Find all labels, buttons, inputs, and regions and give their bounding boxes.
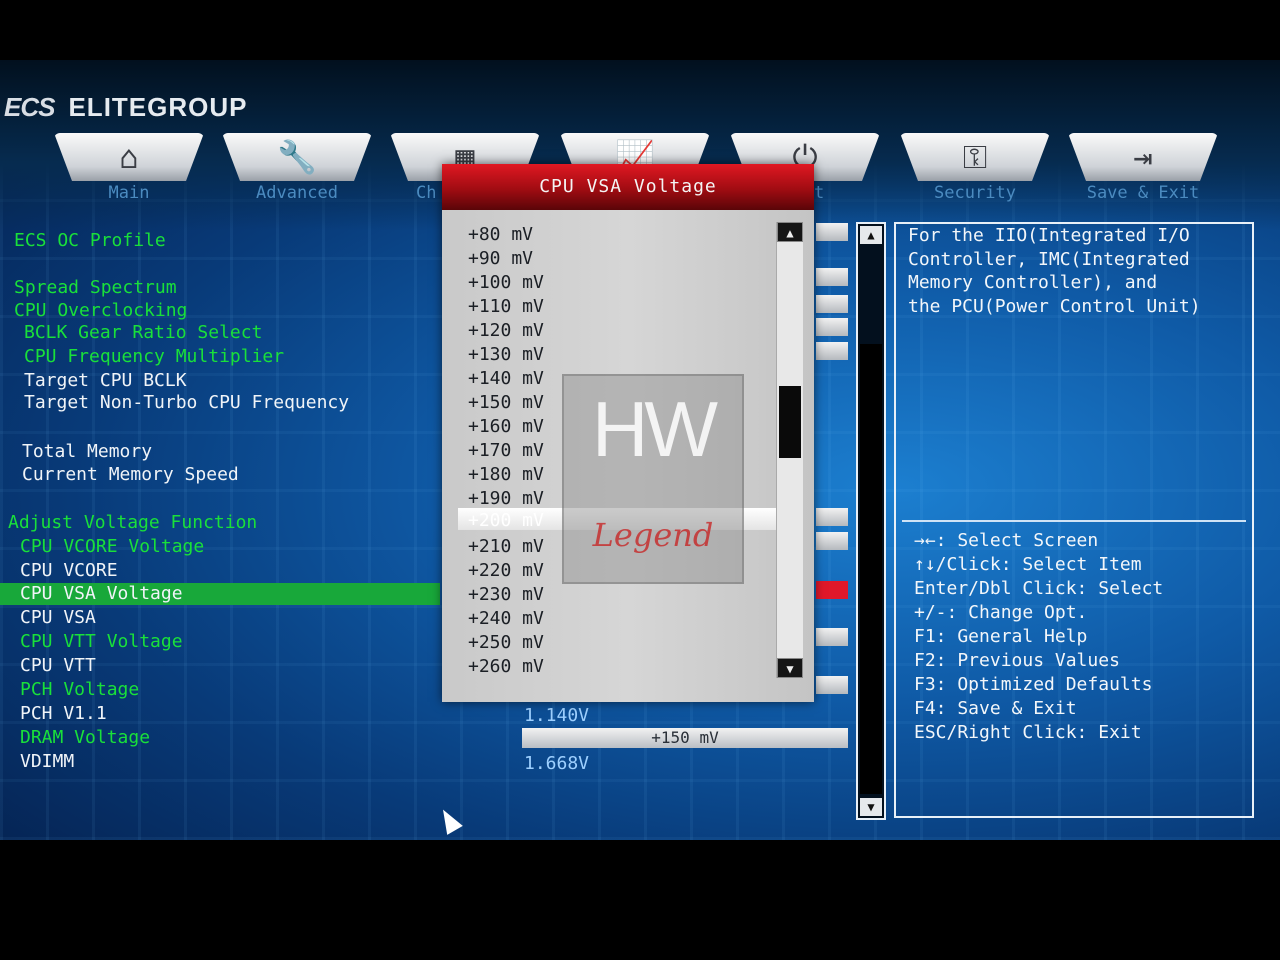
popup-option[interactable]: +240 mV xyxy=(468,608,544,629)
scroll-down-icon[interactable]: ▼ xyxy=(777,658,803,678)
value-button[interactable] xyxy=(816,676,848,694)
value-button[interactable] xyxy=(816,268,848,286)
tab-main[interactable]: ⌂ Main xyxy=(54,133,204,203)
watermark-logo: HW Legend xyxy=(562,374,744,584)
popup-option[interactable]: +210 mV xyxy=(468,536,544,557)
menu-bclk-gear-ratio[interactable]: BCLK Gear Ratio Select xyxy=(24,322,262,343)
home-icon: ⌂ xyxy=(119,138,139,176)
key-hint: F4: Save & Exit xyxy=(914,698,1077,719)
tab-save-exit[interactable]: ⇥ Save & Exit xyxy=(1068,133,1218,203)
watermark-subtext: Legend xyxy=(592,516,714,554)
scroll-thumb[interactable] xyxy=(860,344,882,794)
popup-option[interactable]: +120 mV xyxy=(468,320,544,341)
help-divider xyxy=(902,520,1246,522)
value-button[interactable] xyxy=(816,318,848,336)
exit-icon: ⇥ xyxy=(1133,138,1153,176)
menu-pch-v11: PCH V1.1 xyxy=(20,703,107,724)
menu-current-memory-speed: Current Memory Speed xyxy=(22,464,239,485)
help-panel: For the IIO(Integrated I/O Controller, I… xyxy=(894,222,1254,818)
menu-cpu-overclocking[interactable]: CPU Overclocking xyxy=(14,300,187,321)
menu-vdimm: VDIMM xyxy=(20,751,75,772)
value-button[interactable] xyxy=(816,532,848,550)
menu-cpu-vsa-voltage[interactable]: CPU VSA Voltage xyxy=(20,583,183,604)
menu-cpu-vcore: CPU VCORE xyxy=(20,560,118,581)
menu-cpu-vtt-voltage[interactable]: CPU VTT Voltage xyxy=(20,631,183,652)
brand-logo: ECS ELITEGROUP xyxy=(4,92,247,123)
popup-option[interactable]: +260 mV xyxy=(468,656,544,677)
menu-target-non-turbo: Target Non-Turbo CPU Frequency xyxy=(24,392,350,413)
menu-ecs-oc-profile[interactable]: ECS OC Profile xyxy=(14,230,166,251)
popup-scroll-thumb[interactable] xyxy=(779,386,801,458)
menu-adjust-voltage[interactable]: Adjust Voltage Function xyxy=(8,512,257,533)
popup-option[interactable]: +100 mV xyxy=(468,272,544,293)
value-button[interactable] xyxy=(816,295,848,313)
popup-option[interactable]: +170 mV xyxy=(468,440,544,461)
popup-option[interactable]: +80 mV xyxy=(468,224,533,245)
key-hint: F2: Previous Values xyxy=(914,650,1120,671)
popup-option[interactable]: +180 mV xyxy=(468,464,544,485)
value-button[interactable] xyxy=(816,342,848,360)
tab-label: Security xyxy=(934,183,1016,203)
key-hint: F3: Optimized Defaults xyxy=(914,674,1153,695)
menu-cpu-vtt: CPU VTT xyxy=(20,655,96,676)
scroll-down-icon[interactable]: ▼ xyxy=(860,798,882,816)
menu-cpu-vcore-voltage[interactable]: CPU VCORE Voltage xyxy=(20,536,204,557)
key-hint: Enter/Dbl Click: Select xyxy=(914,578,1164,599)
tab-label: Save & Exit xyxy=(1086,183,1200,203)
popup-option[interactable]: +140 mV xyxy=(468,368,544,389)
popup-option[interactable]: +250 mV xyxy=(468,632,544,653)
tab-security[interactable]: ⚿ Security xyxy=(900,133,1050,203)
pch-v11-value: 1.140V xyxy=(524,705,590,726)
tab-label: Advanced xyxy=(256,183,338,203)
key-hint: ESC/Right Click: Exit xyxy=(914,722,1142,743)
value-button[interactable] xyxy=(816,628,848,646)
scroll-up-icon[interactable]: ▲ xyxy=(860,226,882,244)
vdimm-value: 1.668V xyxy=(524,753,590,774)
value-button-selected[interactable] xyxy=(816,581,848,599)
popup-option-selected[interactable]: +200 mV xyxy=(468,510,544,531)
popup-title: CPU VSA Voltage xyxy=(442,164,814,210)
menu-target-cpu-bclk: Target CPU BCLK xyxy=(24,370,187,391)
popup-option[interactable]: +220 mV xyxy=(468,560,544,581)
popup-option[interactable]: +90 mV xyxy=(468,248,533,269)
tab-advanced[interactable]: 🔧 Advanced xyxy=(222,133,372,203)
ecs-logo: ECS xyxy=(4,92,55,122)
key-hint: F1: General Help xyxy=(914,626,1088,647)
tab-label: Main xyxy=(108,183,150,203)
scroll-up-icon[interactable]: ▲ xyxy=(777,222,803,242)
popup-option[interactable]: +190 mV xyxy=(468,488,544,509)
key-hint: →←: Select Screen xyxy=(914,530,1099,551)
popup-option[interactable]: +130 mV xyxy=(468,344,544,365)
popup-option[interactable]: +160 mV xyxy=(468,416,544,437)
menu-cpu-vsa: CPU VSA xyxy=(20,607,96,628)
menu-pch-voltage[interactable]: PCH Voltage xyxy=(20,679,139,700)
key-hint: ↑↓/Click: Select Item xyxy=(914,554,1142,575)
menu-cpu-freq-multiplier[interactable]: CPU Frequency Multiplier xyxy=(24,346,284,367)
menu-dram-voltage[interactable]: DRAM Voltage xyxy=(20,727,150,748)
value-button[interactable] xyxy=(816,508,848,526)
watermark-text: HW xyxy=(592,385,718,473)
main-scrollbar[interactable]: ▲ ▼ xyxy=(856,222,886,820)
popup-scrollbar[interactable]: ▲ ▼ xyxy=(776,222,803,678)
dram-voltage-value[interactable]: +150 mV xyxy=(522,728,848,748)
popup-option[interactable]: +110 mV xyxy=(468,296,544,317)
menu-spread-spectrum[interactable]: Spread Spectrum xyxy=(14,277,177,298)
menu-total-memory: Total Memory xyxy=(22,441,153,462)
key-legend: →←: Select Screen ↑↓/Click: Select Item … xyxy=(914,529,1163,745)
popup-option[interactable]: +150 mV xyxy=(468,392,544,413)
popup-option[interactable]: +230 mV xyxy=(468,584,544,605)
help-description: For the IIO(Integrated I/O Controller, I… xyxy=(908,225,1201,317)
wrench-icon: 🔧 xyxy=(277,138,317,176)
value-button[interactable] xyxy=(816,223,848,241)
key-icon: ⚿ xyxy=(962,138,988,176)
key-hint: +/-: Change Opt. xyxy=(914,602,1088,623)
brand-name: ELITEGROUP xyxy=(68,92,248,122)
